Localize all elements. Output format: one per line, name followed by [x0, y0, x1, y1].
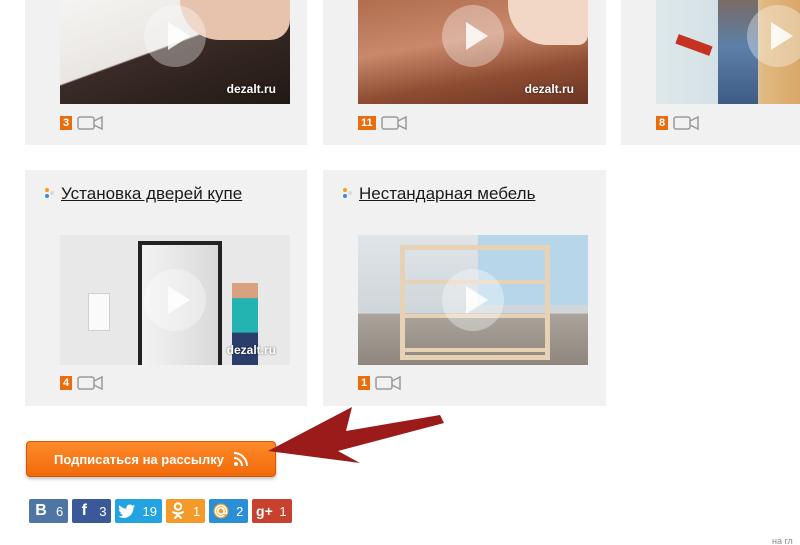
video-card: 8 [621, 0, 800, 145]
share-count: 1 [279, 503, 287, 519]
play-icon[interactable] [442, 269, 504, 331]
share-count: 6 [56, 503, 64, 519]
share-count: 3 [99, 503, 107, 519]
axe-image [675, 34, 713, 56]
mailru-icon [209, 499, 233, 523]
video-card: Нестандарная мебель 1 [323, 170, 606, 406]
video-card: dezalt.ru 11 [323, 0, 606, 145]
video-thumbnail[interactable]: dezalt.ru [60, 0, 290, 104]
facebook-icon: f [81, 502, 87, 519]
subscribe-button[interactable]: Подписаться на рассылку [26, 441, 276, 477]
video-thumbnail[interactable] [358, 235, 588, 365]
video-camera-icon [77, 375, 103, 391]
hand-image [508, 0, 588, 45]
video-count-badge: 3 [60, 116, 73, 130]
card-title-link[interactable]: Установка дверей купе [45, 184, 242, 204]
share-odnoklassniki-button[interactable]: 1 [165, 499, 206, 523]
share-googleplus-button[interactable]: g+ 1 [252, 499, 292, 523]
vk-icon: В [35, 502, 47, 519]
video-camera-icon [673, 115, 699, 131]
card-title-link[interactable]: Нестандарная мебель [343, 184, 535, 204]
video-card: dezalt.ru 3 [25, 0, 307, 145]
video-camera-icon [380, 115, 407, 131]
share-count: 1 [192, 503, 201, 519]
bullet-icon [343, 188, 353, 200]
video-card: Установка дверей купе dezalt.ru 4 [25, 170, 307, 406]
footer-link-fragment[interactable]: на гл [772, 538, 800, 545]
video-count-badge: 4 [60, 376, 73, 390]
share-count: 2 [236, 503, 244, 519]
video-camera-icon [77, 115, 103, 131]
arrow-annotation [268, 407, 444, 463]
card-title[interactable]: Нестандарная мебель [359, 184, 535, 204]
share-count: 19 [142, 503, 157, 519]
video-thumbnail[interactable]: dezalt.ru [60, 235, 290, 365]
video-count-badge: 1 [358, 376, 371, 390]
card-title[interactable]: Установка дверей купе [61, 184, 242, 204]
play-icon[interactable] [747, 5, 800, 67]
share-mailru-button[interactable]: 2 [209, 499, 249, 523]
share-twitter-button[interactable]: 19 [115, 499, 162, 523]
video-count-badge: 11 [358, 116, 376, 130]
play-icon[interactable] [144, 269, 206, 331]
watermark: dezalt.ru [226, 343, 276, 357]
subscribe-label: Подписаться на рассылку [53, 451, 225, 467]
rss-icon [233, 452, 249, 467]
video-camera-icon [375, 375, 401, 391]
play-icon[interactable] [144, 5, 206, 67]
twitter-icon [115, 499, 139, 523]
bullet-icon [45, 188, 55, 200]
share-vk-button[interactable]: В 6 [29, 499, 69, 523]
watermark: dezalt.ru [226, 82, 276, 96]
play-icon[interactable] [442, 5, 504, 67]
video-count-badge: 8 [656, 116, 669, 130]
googleplus-icon: g+ [256, 503, 273, 519]
share-bar: В 6 f 3 19 1 2 g+ 1 [29, 499, 292, 523]
wall-niche [88, 293, 110, 331]
watermark: dezalt.ru [524, 82, 574, 96]
video-thumbnail[interactable] [656, 0, 800, 104]
video-thumbnail[interactable]: dezalt.ru [358, 0, 588, 104]
share-facebook-button[interactable]: f 3 [72, 499, 112, 523]
odnoklassniki-icon [166, 499, 190, 523]
